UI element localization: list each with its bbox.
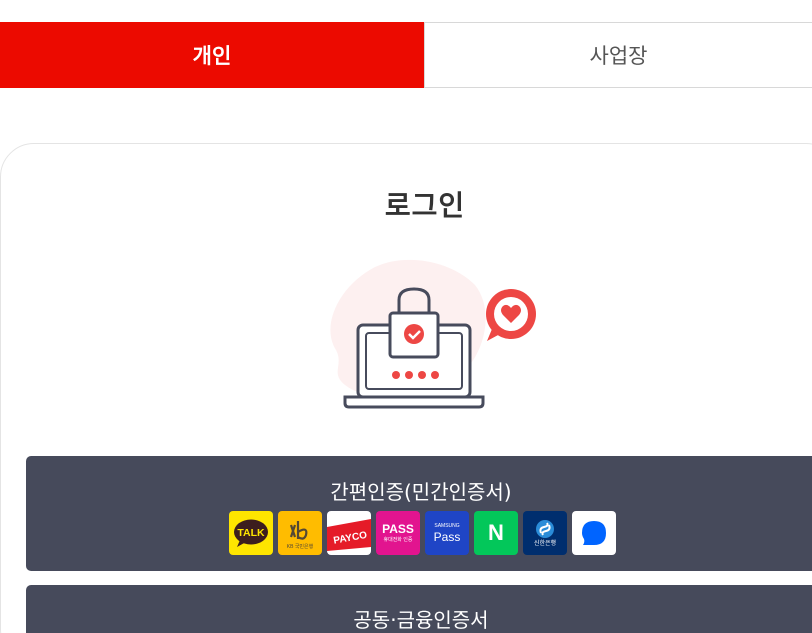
- naver-icon[interactable]: N: [474, 511, 518, 555]
- kb-text: KB 국민은행: [287, 543, 314, 550]
- naver-text: N: [488, 520, 504, 545]
- simple-auth-button[interactable]: 간편인증(민간인증서) TALK KB 국민은행 PAYCO PASS 휴대전화…: [26, 456, 812, 571]
- login-illustration: [330, 259, 536, 409]
- check-icon: [404, 324, 424, 344]
- heart-chat-icon: [486, 289, 536, 341]
- kakao-talk-icon[interactable]: TALK: [229, 511, 273, 555]
- joint-auth-button[interactable]: 공동·금융인증서: [26, 585, 812, 633]
- payco-icon[interactable]: PAYCO: [327, 511, 371, 555]
- shinhan-text: 신한은행: [533, 541, 557, 547]
- shinhan-bank-icon[interactable]: 신한은행: [523, 511, 567, 555]
- provider-list: TALK KB 국민은행 PAYCO PASS 휴대전화 인증 SAMSUNG …: [229, 511, 616, 555]
- samsung-pass-text: Pass: [433, 529, 461, 544]
- joint-auth-label: 공동·금융인증서: [353, 608, 489, 632]
- kakao-text: TALK: [237, 527, 265, 539]
- page-title: 로그인: [384, 189, 466, 222]
- kb-bank-icon[interactable]: KB 국민은행: [278, 511, 322, 555]
- shinhan-logo-icon: [536, 520, 554, 538]
- simple-auth-label: 간편인증(민간인증서): [330, 480, 512, 504]
- pass-text: PASS: [382, 522, 414, 536]
- tab-personal[interactable]: 개인: [0, 22, 424, 88]
- login-page: 개인 사업장 로그인 간편인증(민간인증서) TALK KB 국민은행 PAYC…: [0, 0, 812, 633]
- samsung-pass-icon[interactable]: SAMSUNG Pass: [425, 511, 469, 555]
- pass-icon[interactable]: PASS 휴대전화 인증: [376, 511, 420, 555]
- pass-subtext: 휴대전화 인증: [383, 537, 413, 543]
- tab-business[interactable]: 사업장: [424, 22, 812, 88]
- samsung-subtext: SAMSUNG: [434, 522, 460, 529]
- toss-icon[interactable]: [572, 511, 616, 555]
- user-type-tabs: 개인 사업장: [0, 22, 812, 88]
